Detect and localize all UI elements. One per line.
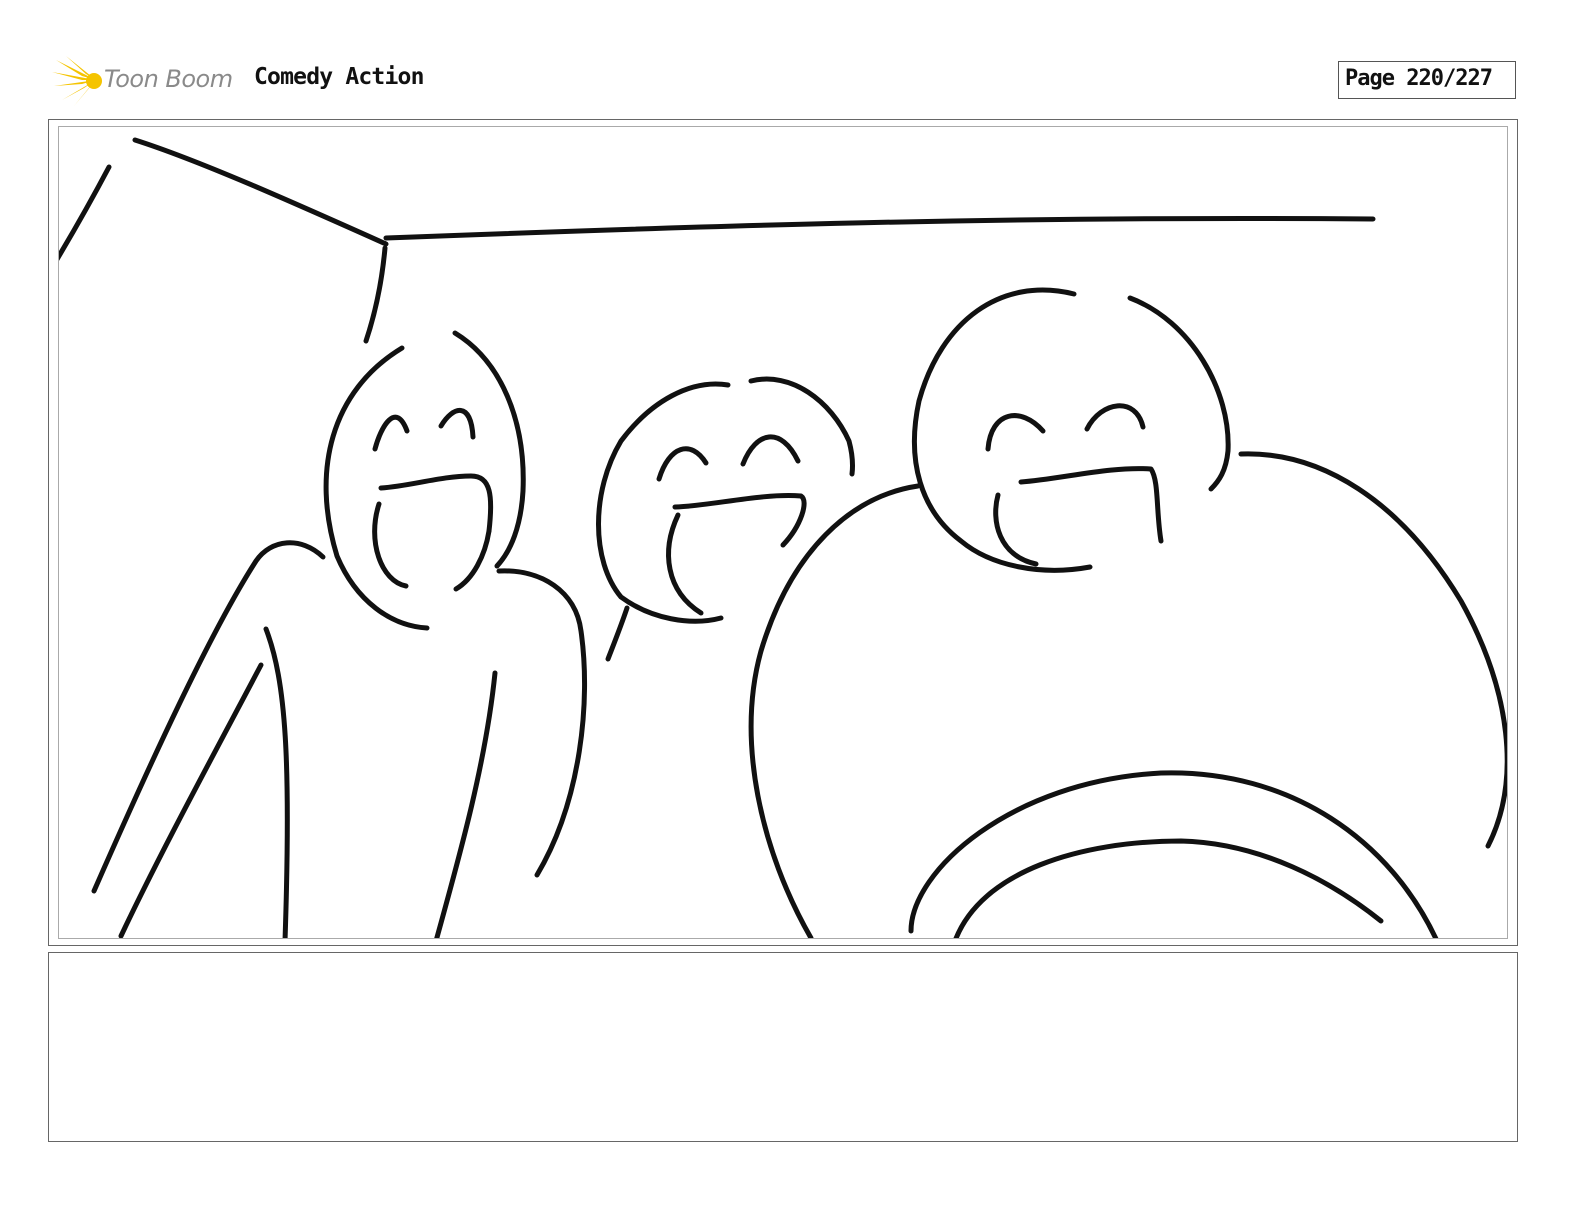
middle-mouth-top [672,493,807,548]
right-mouth-bottom [993,492,1039,567]
logo-text: Toon Boom [104,65,233,93]
left-eye-left [372,414,410,452]
project-title: Comedy Action [254,64,424,90]
right-character [748,287,1507,938]
left-head [323,345,430,631]
middle-character [596,376,856,662]
toon-boom-logo: Toon Boom [52,56,242,106]
right-body-right [1238,451,1507,849]
right-mouth-top [1018,466,1164,544]
right-belly-outer [908,770,1439,938]
sketch-drawing [59,137,1507,938]
page-label: Page 220/227 [1345,66,1493,91]
right-eye-right [1084,403,1146,432]
wall-line-left [59,164,112,261]
right-body-left [748,483,921,938]
middle-shoulder [605,605,630,662]
right-head-right [1127,295,1231,492]
left-mouth-bottom2 [453,528,492,592]
wall-corner-line [363,245,388,344]
page-counter: Page 220/227 [1338,61,1516,99]
left-arm-inner [118,662,264,938]
middle-eye-right [740,434,801,467]
right-eye-left [985,413,1046,452]
left-body-left [263,626,290,938]
middle-mouth-bottom [666,512,704,616]
left-character [91,330,588,938]
left-eye-right [438,408,476,440]
right-belly-inner [953,838,1384,938]
left-body-right [434,670,498,938]
storyboard-panel [58,126,1508,939]
left-mouth-top [378,473,494,534]
starburst-icon [52,56,102,106]
ceiling-line [383,215,1376,241]
left-shoulder-right [496,568,588,878]
left-mouth-bottom [372,501,409,589]
right-head [911,287,1093,573]
middle-eye-left [656,446,709,482]
page-header: Toon Boom Comedy Action Page 220/227 [0,0,1584,120]
wall-line-diagonal [132,137,389,247]
middle-head-right [748,376,856,477]
caption-box [48,952,1518,1142]
